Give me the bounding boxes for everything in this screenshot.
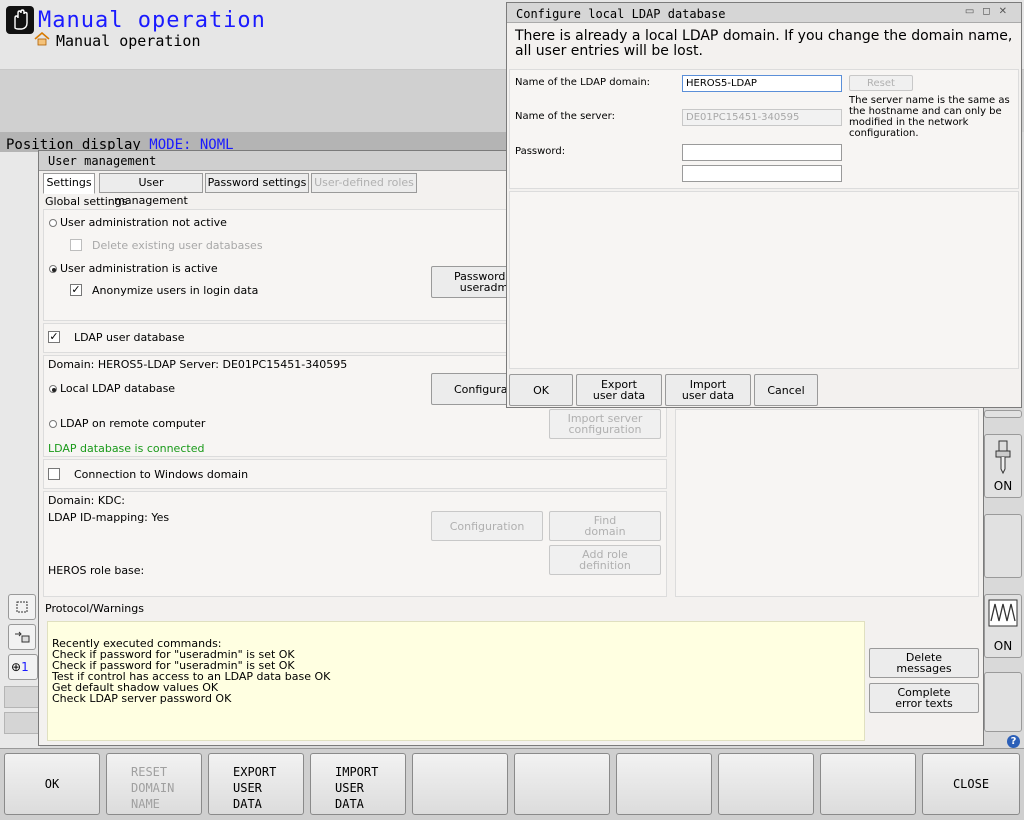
maximize-icon[interactable]: ◻ <box>982 6 998 17</box>
radio-admin-not-active[interactable] <box>49 219 57 227</box>
reset-button[interactable]: Reset <box>849 75 913 91</box>
password-useradmin-button[interactable]: Password for useradmin <box>431 266 511 298</box>
server-name-input[interactable]: DE01PC15451-340595 <box>682 109 842 126</box>
softkey-export-user-data[interactable]: EXPORT USER DATA <box>208 753 304 815</box>
close-icon[interactable]: ✕ <box>999 6 1015 17</box>
machine-transfer-icon[interactable] <box>8 624 36 650</box>
complete-error-texts-button[interactable]: Complete error texts <box>869 683 979 713</box>
domain-name-input[interactable]: HEROS5-LDAP <box>682 75 842 92</box>
radio-local-ldap[interactable] <box>49 385 57 393</box>
password-label: Password: <box>515 146 566 157</box>
axis-selector[interactable]: ⊕1 <box>8 654 38 680</box>
server-name-note: The server name is the same as the hostn… <box>849 95 1010 139</box>
right-key-empty[interactable] <box>984 514 1022 578</box>
admin-not-active-label: User administration not active <box>60 216 227 229</box>
import-server-config-button[interactable]: Import server configuration <box>549 409 661 439</box>
tab-user-management[interactable]: User management <box>99 173 203 207</box>
domain-kdc-label: Domain: KDC: <box>48 494 125 507</box>
right-info-panel <box>675 409 979 597</box>
password-input[interactable] <box>682 144 842 161</box>
left-empty-key-1[interactable] <box>4 686 40 708</box>
manual-mode-hand-icon <box>6 6 34 34</box>
ldap-remote-label: LDAP on remote computer <box>60 417 206 430</box>
delete-dbs-checkbox[interactable] <box>70 239 82 251</box>
position-display-bar: Position display MODE: NOML <box>0 132 510 152</box>
find-domain-button[interactable]: Find domain <box>549 511 661 541</box>
softkey-reset-domain-name[interactable]: RESET DOMAIN NAME <box>106 753 202 815</box>
protocol-warnings-label: Protocol/Warnings <box>45 602 144 615</box>
tab-user-defined-roles[interactable]: User-defined roles <box>311 173 417 193</box>
frame-icon[interactable] <box>8 594 36 620</box>
coolant-icon <box>988 599 1018 627</box>
delete-messages-button[interactable]: Delete messages <box>869 648 979 678</box>
windows-domain-checkbox[interactable] <box>48 468 60 480</box>
right-key-spindle[interactable]: ON <box>984 434 1022 498</box>
mode-subtitle: Manual operation <box>56 32 201 50</box>
softkey-import-user-data[interactable]: IMPORT USER DATA <box>310 753 406 815</box>
ldap-user-db-label: LDAP user database <box>74 331 185 344</box>
global-settings-label: Global settings <box>45 195 128 208</box>
left-empty-key-2[interactable] <box>4 712 40 734</box>
log-line: Check LDAP server password OK <box>52 692 232 705</box>
spindle-on-label: ON <box>993 479 1013 493</box>
ldap-connected-status: LDAP database is connected <box>48 442 205 455</box>
anonymize-label: Anonymize users in login data <box>92 284 259 297</box>
radio-ldap-remote[interactable] <box>49 420 57 428</box>
ldap-dialog-message: There is already a local LDAP domain. If… <box>515 28 1013 59</box>
protocol-log: Recently executed commands: Check if pas… <box>47 621 865 741</box>
softkey-empty-9[interactable] <box>820 753 916 815</box>
softkey-empty-6[interactable] <box>514 753 610 815</box>
minimize-icon[interactable]: ▭ <box>965 6 982 17</box>
ldap-ok-button[interactable]: OK <box>509 374 573 406</box>
help-icon[interactable]: ? <box>1007 735 1020 748</box>
softkey-empty-7[interactable] <box>616 753 712 815</box>
ldap-configuration-button[interactable]: Configuration <box>431 373 511 405</box>
radio-admin-active[interactable] <box>49 265 57 273</box>
right-key-empty-2[interactable] <box>984 672 1022 732</box>
server-name-label: Name of the server: <box>515 111 615 122</box>
windows-domain-config-panel <box>43 491 667 597</box>
add-role-definition-button[interactable]: Add role definition <box>549 545 661 575</box>
tab-password-settings[interactable]: Password settings <box>205 173 309 193</box>
configure-ldap-dialog: Configure local LDAP database ▭◻✕ There … <box>506 2 1022 408</box>
softkey-empty-8[interactable] <box>718 753 814 815</box>
domain-name-label: Name of the LDAP domain: <box>515 77 651 88</box>
export-user-data-button[interactable]: Export user data <box>576 374 662 406</box>
softkey-ok[interactable]: OK <box>4 753 100 815</box>
right-key-coolant[interactable]: ON <box>984 594 1022 658</box>
right-key-top[interactable] <box>984 410 1022 418</box>
axis-selector-label: 1 <box>21 660 29 674</box>
local-ldap-label: Local LDAP database <box>60 382 176 395</box>
softkey-close[interactable]: CLOSE <box>922 753 1020 815</box>
id-mapping-label: LDAP ID-mapping: Yes <box>48 511 170 524</box>
domain-server-label: Domain: HEROS5-LDAP Server: DE01PC15451-… <box>48 358 348 371</box>
windows-domain-label: Connection to Windows domain <box>74 468 249 481</box>
coolant-on-label: ON <box>993 639 1013 653</box>
mode-title: Manual operation <box>38 8 266 33</box>
ldap-user-db-checkbox[interactable]: ✓ <box>48 331 60 343</box>
softkey-bar: OK RESET DOMAIN NAME EXPORT USER DATA IM… <box>0 748 1024 820</box>
heros-role-base-label: HEROS role base: <box>48 564 145 577</box>
anonymize-checkbox[interactable]: ✓ <box>70 284 82 296</box>
ldap-empty-panel <box>509 191 1019 369</box>
tab-settings[interactable]: Settings <box>43 173 95 194</box>
admin-active-label: User administration is active <box>60 262 218 275</box>
import-user-data-button[interactable]: Import user data <box>665 374 751 406</box>
ldap-dialog-title: Configure local LDAP database <box>507 3 1021 23</box>
home-icon <box>34 31 50 46</box>
spindle-icon <box>995 440 1011 475</box>
ldap-cancel-button[interactable]: Cancel <box>754 374 818 406</box>
softkey-empty-5[interactable] <box>412 753 508 815</box>
crosshair-icon: ⊕ <box>11 660 22 674</box>
password-confirm-input[interactable] <box>682 165 842 182</box>
delete-dbs-label: Delete existing user databases <box>92 239 263 252</box>
windows-configuration-button[interactable]: Configuration <box>431 511 543 541</box>
